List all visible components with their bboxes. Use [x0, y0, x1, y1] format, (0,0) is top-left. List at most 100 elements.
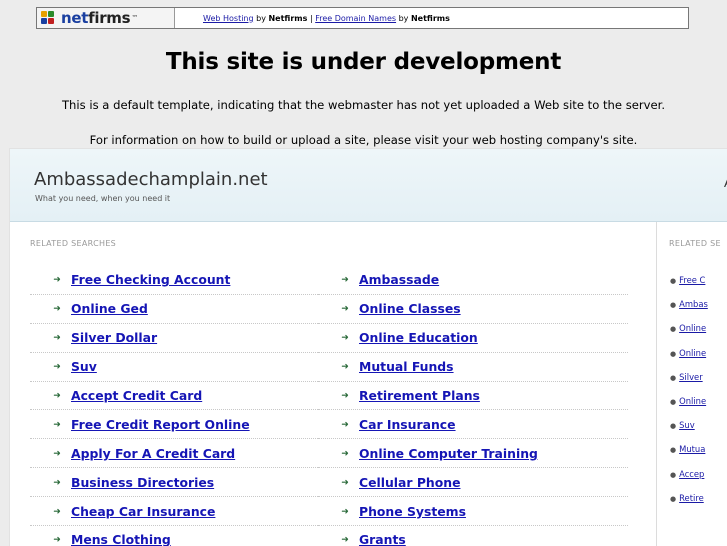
related-searches-label: RELATED SEARCHES [30, 239, 117, 248]
related-search-link[interactable]: Phone Systems [359, 504, 466, 519]
list-item: ➜ Free Checking Account [30, 266, 320, 295]
related-search-link[interactable]: Free Credit Report Online [71, 417, 250, 432]
netfirms-logo[interactable]: netfirms ™ [37, 8, 175, 28]
domain-tagline: What you need, when you need it [35, 194, 171, 203]
arrow-right-icon: ➜ [341, 303, 349, 314]
free-domain-names-link[interactable]: Free Domain Names [315, 14, 396, 23]
bullet-icon: ● [670, 495, 677, 503]
logo-trademark: ™ [131, 14, 139, 22]
web-hosting-link[interactable]: Web Hosting [203, 14, 254, 23]
side-search-link[interactable]: Silver [679, 372, 703, 382]
side-list-item[interactable]: ● Online [670, 348, 706, 358]
arrow-right-icon: ➜ [341, 332, 349, 343]
side-related-searches: RELATED SE ● Free C ● Ambas ● Online ● Onlin… [657, 222, 727, 546]
page-title: This site is under development [165, 49, 562, 75]
related-search-link[interactable]: Business Directories [71, 475, 214, 490]
related-search-link[interactable]: Car Insurance [359, 417, 456, 432]
list-item: ➜ Business Directories [30, 468, 320, 498]
arrow-right-icon: ➜ [53, 274, 61, 285]
bullet-icon: ● [670, 350, 677, 358]
related-search-link[interactable]: Mens Clothing [71, 532, 171, 546]
arrow-right-icon: ➜ [53, 332, 61, 343]
arrow-right-icon: ➜ [53, 418, 61, 429]
side-list-item[interactable]: ● Accep [670, 469, 704, 479]
arrow-right-icon: ➜ [53, 534, 61, 545]
list-item: ➜ Ambassade [318, 266, 628, 295]
by-text-2: by [396, 13, 411, 23]
arrow-right-icon: ➜ [341, 418, 349, 429]
bullet-icon: ● [670, 325, 677, 333]
arrow-right-icon: ➜ [341, 505, 349, 516]
related-search-link[interactable]: Ambassade [359, 272, 439, 287]
side-search-link[interactable]: Accep [679, 469, 704, 479]
side-search-link[interactable]: Online [679, 396, 706, 406]
parked-domain-frame: Ambassadechamplain.net What you need, wh… [9, 148, 727, 546]
bullet-icon: ● [670, 374, 677, 382]
bullet-icon: ● [670, 398, 677, 406]
bullet-icon: ● [670, 277, 677, 285]
arrow-right-icon: ➜ [341, 274, 349, 285]
netfirms-logo-text: netfirms [61, 9, 131, 27]
arrow-right-icon: ➜ [341, 361, 349, 372]
arrow-right-icon: ➜ [53, 505, 61, 516]
list-item: ➜ Online Education [318, 324, 628, 353]
list-item: ➜ Suv [30, 353, 320, 382]
side-list-item[interactable]: ● Online [670, 396, 706, 406]
domain-name: Ambassadechamplain.net [34, 169, 268, 190]
related-search-link[interactable]: Accept Credit Card [71, 388, 202, 403]
related-search-link[interactable]: Mutual Funds [359, 359, 454, 374]
list-item: ➜ Apply For A Credit Card [30, 439, 320, 469]
arrow-right-icon: ➜ [53, 361, 61, 372]
related-search-link[interactable]: Silver Dollar [71, 330, 157, 345]
related-search-link[interactable]: Online Computer Training [359, 446, 538, 461]
list-item: ➜ Car Insurance [318, 410, 628, 440]
side-search-link[interactable]: Free C [679, 275, 705, 285]
related-search-link[interactable]: Cheap Car Insurance [71, 504, 215, 519]
side-list-item[interactable]: ● Online [670, 323, 706, 333]
side-related-searches-label: RELATED SE [669, 239, 721, 248]
list-item: ➜ Phone Systems [318, 497, 628, 527]
arrow-right-icon: ➜ [341, 447, 349, 458]
side-search-link[interactable]: Suv [679, 420, 695, 430]
side-list-item[interactable]: ● Suv [670, 420, 695, 430]
arrow-right-icon: ➜ [53, 476, 61, 487]
list-item: ➜ Cheap Car Insurance [30, 497, 320, 527]
related-search-link[interactable]: Online Education [359, 330, 478, 345]
frame-header: Ambassadechamplain.net What you need, wh… [10, 149, 727, 222]
related-searches-left-column: ➜ Free Checking Account ➜ Online Ged ➜ Silv… [30, 266, 320, 546]
side-search-link[interactable]: Online [679, 348, 706, 358]
side-list-item[interactable]: ● Retire [670, 493, 704, 503]
bullet-icon: ● [670, 301, 677, 309]
arrow-right-icon: ➜ [341, 476, 349, 487]
side-search-link[interactable]: Retire [679, 493, 704, 503]
netfirms-logo-icon [41, 11, 59, 25]
list-item: ➜ Mutual Funds [318, 353, 628, 382]
side-search-link[interactable]: Mutua [679, 444, 705, 454]
by-text-1: by [253, 13, 269, 23]
side-list-item[interactable]: ● Mutua [670, 444, 705, 454]
bullet-icon: ● [670, 471, 677, 479]
bullet-icon: ● [670, 446, 677, 454]
netfirms-brand-1: Netfirms [268, 13, 308, 23]
related-search-link[interactable]: Online Classes [359, 301, 461, 316]
list-item: ➜ Online Ged [30, 295, 320, 324]
arrow-right-icon: ➜ [53, 447, 61, 458]
related-search-link[interactable]: Suv [71, 359, 97, 374]
related-search-link[interactable]: Grants [359, 532, 406, 546]
related-search-link[interactable]: Apply For A Credit Card [71, 446, 235, 461]
side-search-link[interactable]: Ambas [679, 299, 708, 309]
related-search-link[interactable]: Retirement Plans [359, 388, 480, 403]
list-item: ➜ Grants [318, 526, 628, 546]
list-item: ➜ Mens Clothing [30, 526, 320, 546]
hosting-info-message: For information on how to build or uploa… [89, 133, 638, 147]
related-search-link[interactable]: Free Checking Account [71, 272, 230, 287]
related-search-link[interactable]: Cellular Phone [359, 475, 461, 490]
related-search-link[interactable]: Online Ged [71, 301, 148, 316]
side-list-item[interactable]: ● Silver [670, 372, 703, 382]
netfirms-top-bar: netfirms ™ Web Hosting by Netfirms | Fre… [36, 7, 689, 29]
side-list-item[interactable]: ● Free C [670, 275, 705, 285]
related-searches-right-column: ➜ Ambassade ➜ Online Classes ➜ Online Educa… [318, 266, 628, 546]
arrow-right-icon: ➜ [341, 534, 349, 545]
side-search-link[interactable]: Online [679, 323, 706, 333]
side-list-item[interactable]: ● Ambas [670, 299, 708, 309]
